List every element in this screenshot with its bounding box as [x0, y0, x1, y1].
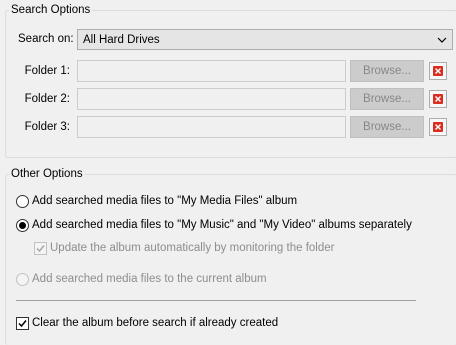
other-options-title: Other Options — [9, 167, 85, 181]
update-album-label[interactable]: Update the album automatically by monito… — [50, 240, 334, 256]
folder-2-label: Folder 2: — [24, 93, 70, 105]
folder-1-browse-button[interactable]: Browse... — [350, 60, 424, 82]
search-on-value: All Hard Drives — [83, 34, 160, 46]
delete-icon — [433, 122, 443, 132]
update-album-checkbox[interactable] — [34, 242, 47, 255]
chevron-down-icon — [437, 37, 447, 43]
radio-my-media-files[interactable] — [16, 195, 29, 208]
folder-1-label: Folder 1: — [24, 65, 70, 77]
folder-2-field[interactable] — [77, 88, 346, 110]
radio-my-music-video[interactable] — [16, 219, 29, 232]
radio-current-album[interactable] — [16, 273, 29, 286]
folder-3-delete-button[interactable] — [429, 118, 447, 136]
folder-3-field[interactable] — [77, 116, 346, 138]
folder-1-field[interactable] — [77, 60, 346, 82]
radio-current-album-label[interactable]: Add searched media files to the current … — [32, 271, 267, 287]
options-separator — [16, 300, 416, 301]
clear-album-checkbox[interactable] — [16, 317, 29, 330]
radio-selected-dot — [19, 222, 26, 229]
delete-icon — [433, 66, 443, 76]
checkmark-icon — [18, 320, 27, 328]
radio-my-media-files-label[interactable]: Add searched media files to "My Media Fi… — [32, 193, 297, 209]
folder-2-browse-button[interactable]: Browse... — [350, 88, 424, 110]
search-on-dropdown[interactable]: All Hard Drives — [77, 29, 453, 50]
checkmark-icon — [36, 245, 45, 253]
radio-my-music-video-label[interactable]: Add searched media files to "My Music" a… — [32, 217, 412, 233]
folder-2-delete-button[interactable] — [429, 90, 447, 108]
search-options-title: Search Options — [9, 3, 93, 17]
folder-3-browse-button[interactable]: Browse... — [350, 116, 424, 138]
search-on-label: Search on: — [18, 33, 74, 45]
clear-album-label[interactable]: Clear the album before search if already… — [32, 315, 278, 331]
folder-3-label: Folder 3: — [24, 121, 70, 133]
folder-1-delete-button[interactable] — [429, 62, 447, 80]
delete-icon — [433, 94, 443, 104]
